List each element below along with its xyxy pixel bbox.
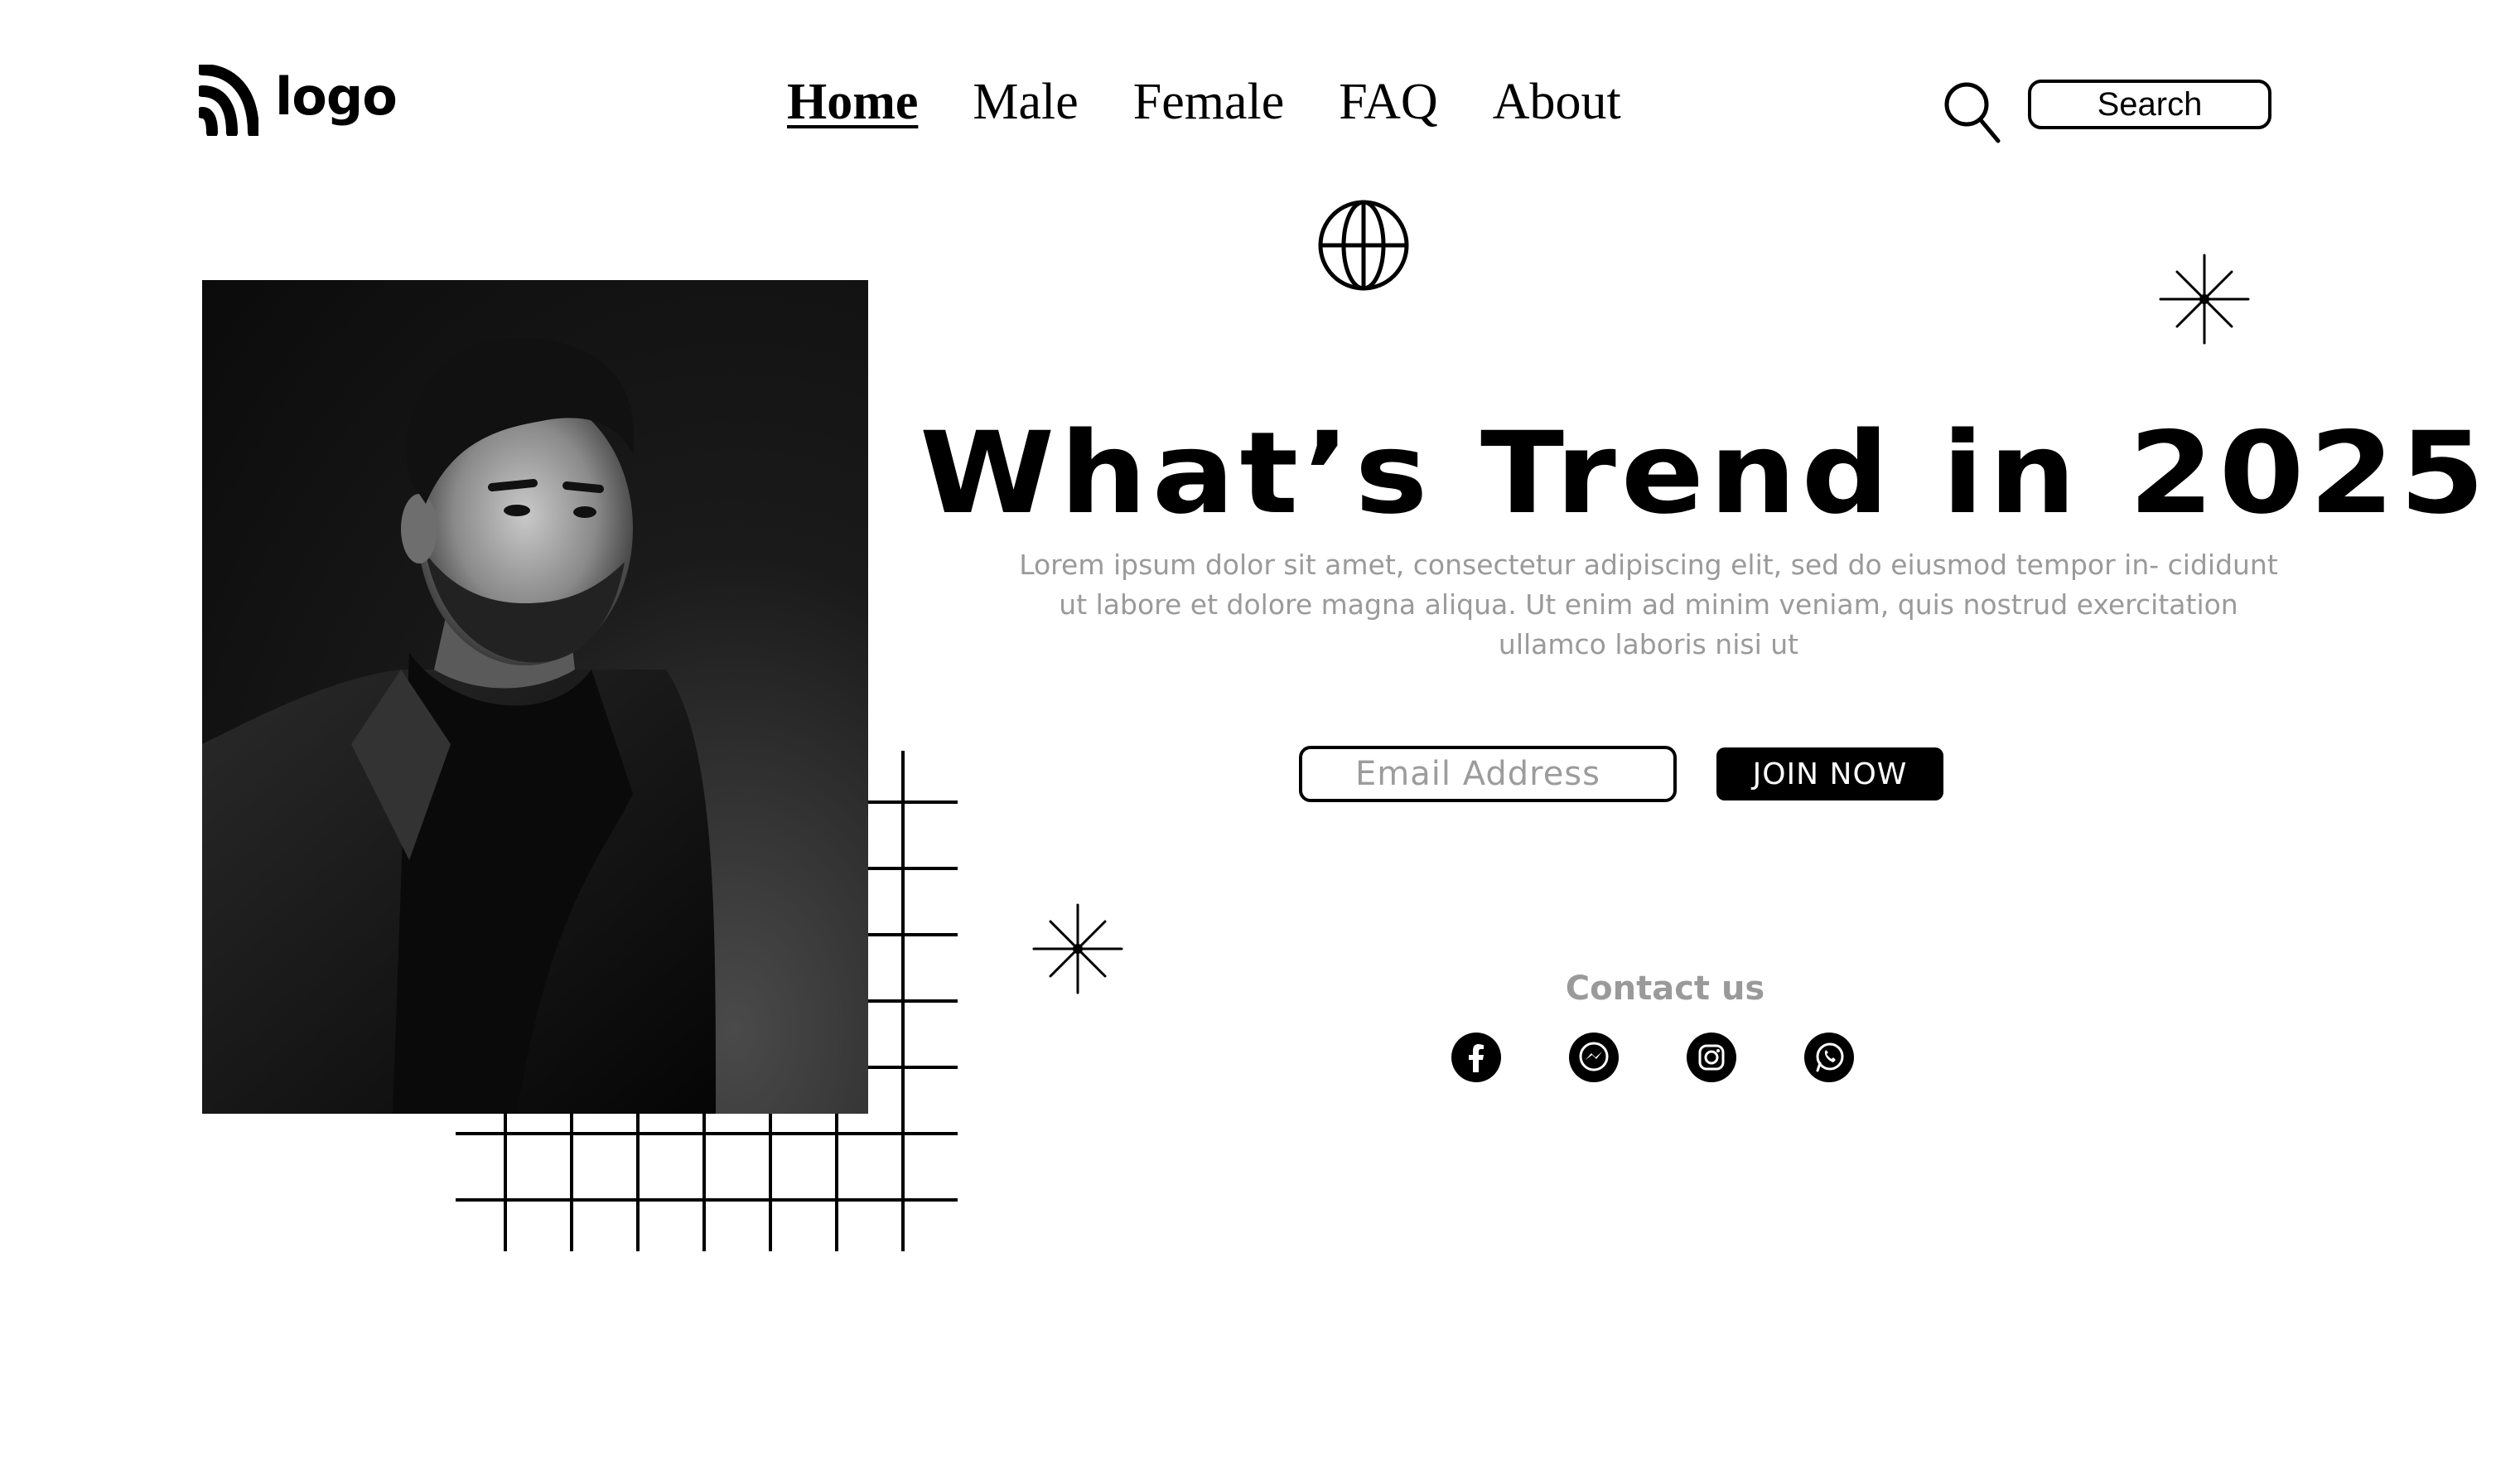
hero-description: Lorem ipsum dolor sit amet, consectetur … <box>1019 549 2278 660</box>
logo[interactable]: logo <box>199 65 398 136</box>
search-icon[interactable] <box>1942 80 2003 146</box>
social-links <box>1451 1033 1854 1082</box>
nav-faq[interactable]: FAQ <box>1339 76 1437 128</box>
search-button[interactable]: Search <box>2028 80 2271 129</box>
instagram-icon[interactable] <box>1687 1033 1736 1082</box>
nav-home[interactable]: Home <box>787 76 918 128</box>
contact-title: Contact us <box>1565 970 1765 1008</box>
hero-headline: What’s Trend in 2025 ? <box>920 407 2520 539</box>
whatsapp-icon[interactable] <box>1804 1033 1854 1082</box>
nav-female[interactable]: Female <box>1133 76 1285 128</box>
man-portrait-image <box>202 337 716 1114</box>
logo-text: logo <box>275 66 398 127</box>
email-field[interactable] <box>1299 746 1677 802</box>
sparkle-icon <box>1032 903 1123 994</box>
logo-mark-icon <box>199 65 258 136</box>
nav-about[interactable]: About <box>1493 76 1621 128</box>
globe-icon <box>1318 200 1409 291</box>
nav-male[interactable]: Male <box>973 76 1078 128</box>
sparkle-icon <box>2159 254 2250 345</box>
messenger-icon[interactable] <box>1569 1033 1619 1082</box>
join-now-button[interactable]: JOIN NOW <box>1716 747 1943 800</box>
hero-photo <box>202 280 868 1114</box>
facebook-icon[interactable] <box>1451 1033 1501 1082</box>
main-nav: Home Male Female FAQ About <box>787 76 1621 128</box>
